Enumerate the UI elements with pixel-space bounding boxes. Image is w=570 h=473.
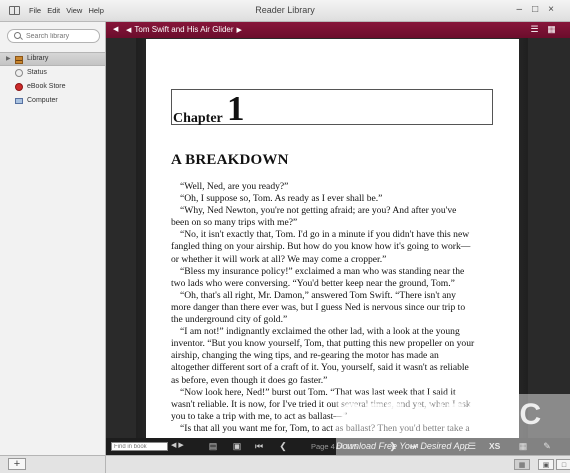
ebook-store-icon (15, 83, 23, 91)
list-view-icon[interactable]: ▦ (514, 459, 530, 470)
chapter-heading: A BREAKDOWN (171, 152, 289, 168)
text-line: fangled thing on your airship. But how d… (171, 241, 471, 253)
search-input[interactable] (26, 31, 96, 41)
find-nav: ◀ ▶ (171, 441, 184, 449)
status-icon (15, 69, 23, 77)
status-bar: ▦ ▣ □ (106, 455, 570, 473)
sidebar-nav: ▶ Library Status eBook Store Computer (0, 52, 105, 108)
notes-icon[interactable]: ▣ (232, 441, 242, 451)
computer-icon (15, 98, 23, 104)
text-line: “Bless my insurance policy!” exclaimed a… (180, 265, 465, 277)
chapter-box: Chapter 1 (171, 89, 493, 128)
find-next-icon[interactable]: ▶ (178, 442, 183, 449)
sidebar-item-library[interactable]: ▶ Library (0, 52, 105, 66)
search-icon (14, 32, 21, 39)
text-line: or whether it will work at all? We may c… (171, 253, 387, 265)
grid-view-icon[interactable]: ▦ (546, 24, 557, 35)
maximize-icon[interactable]: □ (532, 4, 548, 15)
expand-arrow-icon[interactable]: ▶ (6, 53, 11, 65)
text-line: two lads who were conversing. “You'd bet… (171, 277, 455, 289)
title-bar: File Edit View Help Reader Library –□× (0, 0, 570, 22)
text-line: “Why, Ned Newton, you're not getting afr… (180, 205, 457, 217)
sidebar-item-label: eBook Store (27, 83, 66, 90)
window-title: Reader Library (255, 5, 315, 15)
window-controls: –□× (517, 4, 564, 15)
forward-arrow-icon[interactable]: ▶ (237, 27, 242, 34)
sidebar: ▶ Library Status eBook Store Computer + (0, 22, 106, 473)
reader-pane: Chapter 1 A BREAKDOWN “Well, Ned, are yo… (106, 38, 570, 438)
sidebar-item-label: Computer (27, 97, 58, 104)
text-line: the underground city of gold.” (171, 314, 288, 326)
minimize-icon[interactable]: – (517, 4, 533, 15)
text-line: altogether different sort of a craft of … (171, 362, 469, 374)
text-line: inventor. “But you know yourself, Tom, t… (171, 338, 475, 350)
sidebar-item-label: Library (27, 55, 49, 62)
find-prev-icon[interactable]: ◀ (171, 442, 176, 449)
add-button[interactable]: + (8, 458, 26, 470)
text-line: more danger than there ever was, but I g… (171, 301, 466, 313)
first-page-icon[interactable]: ⏮ (254, 441, 264, 451)
bookmarks-icon[interactable]: ▤ (208, 441, 218, 451)
chapter-label: Chapter (173, 111, 223, 126)
text-line: been on so many trips with me?” (171, 217, 298, 229)
find-in-book-input[interactable] (111, 442, 168, 451)
book-page: Chapter 1 A BREAKDOWN “Well, Ned, are yo… (146, 39, 519, 438)
back-arrow-icon[interactable]: ◀ (113, 25, 118, 33)
search-box[interactable] (7, 29, 100, 43)
previous-page-icon[interactable]: ❮ (278, 441, 288, 451)
reader-toolbar: ◀ ◀ Tom Swift and His Air Glider ▶ ☰ ▦ (106, 22, 570, 38)
sidebar-item-ebook-store[interactable]: eBook Store (0, 80, 105, 94)
cover-view-icon[interactable]: □ (556, 459, 570, 470)
thumbnail-view-icon[interactable]: ▣ (538, 459, 554, 470)
text-line: airship, changing the wing tips, and re-… (171, 350, 439, 362)
text-line: as before, even though it does go faster… (171, 374, 328, 386)
sidebar-footer: + (0, 455, 106, 473)
text-line: “Well, Ned, are you ready?” (180, 181, 289, 192)
library-icon (15, 56, 23, 64)
text-line: “I am not!” indignantly exclaimed the ot… (180, 326, 460, 338)
close-icon[interactable]: × (548, 4, 564, 15)
watermark: GET INTO PC Download Free Your Desired A… (336, 394, 570, 455)
sidebar-item-status[interactable]: Status (0, 66, 105, 80)
sidebar-item-computer[interactable]: Computer (0, 94, 105, 108)
book-title[interactable]: Tom Swift and His Air Glider (134, 25, 233, 34)
breadcrumb-separator-icon: ◀ (126, 27, 132, 34)
sidebar-item-label: Status (27, 69, 47, 76)
breadcrumb: ◀ Tom Swift and His Air Glider ▶ (123, 25, 245, 34)
text-line: “No, it isn't exactly that, Tom. I'd go … (180, 229, 470, 241)
toc-list-icon[interactable]: ☰ (529, 24, 540, 35)
watermark-subtitle: Download Free Your Desired App (336, 441, 470, 451)
text-line: “Oh, I suppose so, Tom. As ready as I ev… (180, 193, 383, 205)
text-line: “Oh, that's all right, Mr. Damon,” answe… (180, 289, 456, 301)
chapter-number: 1 (227, 89, 245, 128)
watermark-title: GET INTO PC (340, 398, 543, 431)
